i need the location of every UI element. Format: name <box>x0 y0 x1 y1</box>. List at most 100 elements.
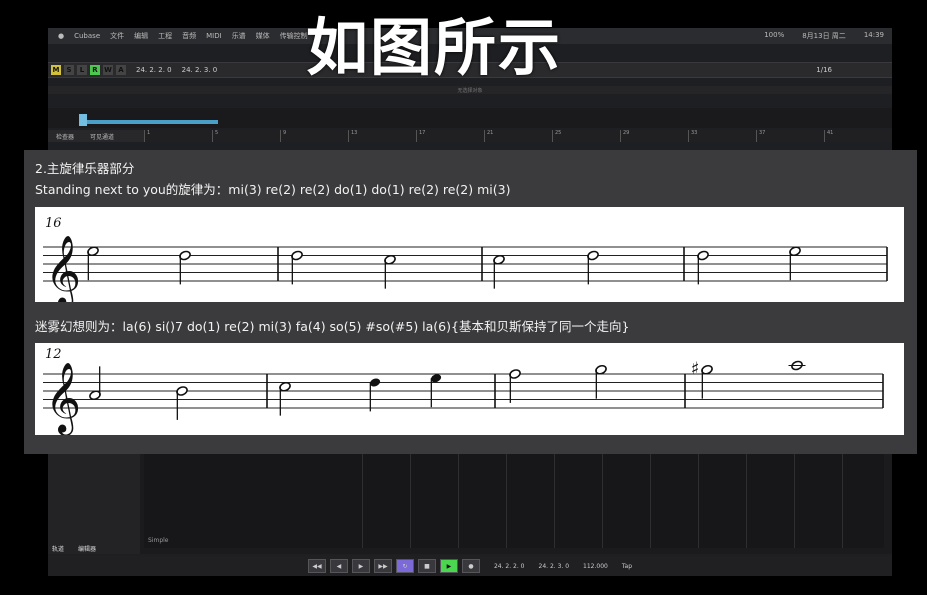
menubar-status: 100% 8月13日 周二 14:39 <box>754 31 884 41</box>
forward-icon[interactable]: ▶ <box>351 559 370 573</box>
timeline-tick: 5 <box>212 130 218 142</box>
note <box>279 381 291 416</box>
timeline-tick: 25 <box>552 130 561 142</box>
note <box>595 364 607 399</box>
timeline-tick: 41 <box>824 130 833 142</box>
lower-inspector <box>48 452 140 554</box>
overview-ruler[interactable] <box>48 108 892 128</box>
read-button[interactable]: R <box>90 65 100 75</box>
tab-tracks[interactable]: 轨道 <box>52 544 64 553</box>
timeline-tick: 17 <box>416 130 425 142</box>
lower-label: Simple <box>148 537 169 544</box>
note <box>789 246 801 281</box>
menu-item[interactable]: 乐谱 <box>232 31 246 41</box>
listen-button[interactable]: L <box>77 65 87 75</box>
menu-item[interactable]: 工程 <box>158 31 172 41</box>
treble-clef-icon: 𝄞 <box>45 362 81 435</box>
play-icon[interactable]: ▶ <box>439 559 458 573</box>
tap-tempo-button[interactable]: Tap <box>622 563 632 570</box>
section-heading: 2.主旋律乐器部分 <box>35 161 135 176</box>
grid-line <box>842 452 843 548</box>
note <box>430 374 442 408</box>
grid-line <box>794 452 795 548</box>
time-label: 14:39 <box>863 31 884 39</box>
score-staff-2: 𝄞 12 ♯ <box>35 343 904 436</box>
date-label: 8月13日 周二 <box>802 32 846 40</box>
right-locator[interactable]: 24. 2. 3. 0 <box>182 66 218 74</box>
write-button[interactable]: W <box>103 65 113 75</box>
melody-description-2: 迷雾幻想则为：la(6) si()7 do(1) re(2) mi(3) fa(… <box>35 319 630 334</box>
grid-line <box>698 452 699 548</box>
lower-editor-grid[interactable]: Simple <box>144 452 884 548</box>
grid-line <box>746 452 747 548</box>
tab-visibility[interactable]: 可见通道 <box>82 132 122 141</box>
note <box>384 254 396 289</box>
timeline-tick: 1 <box>144 130 150 142</box>
grid-line <box>554 452 555 548</box>
measure-number: 16 <box>45 216 62 231</box>
staff-svg: 𝄞12 ♯ <box>43 347 884 436</box>
note <box>89 366 101 401</box>
grid-line <box>458 452 459 548</box>
menu-item[interactable]: 传输控制 <box>280 31 308 41</box>
timeline-tick: 21 <box>484 130 493 142</box>
note <box>291 250 303 285</box>
timeline-tick: 13 <box>348 130 357 142</box>
timeline-tick: 29 <box>620 130 629 142</box>
menu-item[interactable]: 文件 <box>110 31 124 41</box>
overview-range-bar[interactable] <box>80 120 218 124</box>
go-to-end-icon[interactable]: ▶▶ <box>373 559 392 573</box>
notes-panel: 2.主旋律乐器部分 Standing next to you的旋律为：mi(3)… <box>24 150 917 454</box>
note <box>587 250 599 285</box>
rewind-icon[interactable]: ◀ <box>329 559 348 573</box>
timeline-tick: 9 <box>280 130 286 142</box>
page-counter: 1/16 <box>816 66 832 74</box>
grid-line <box>362 452 363 548</box>
staff-svg: 𝄞 16 <box>43 216 888 309</box>
note <box>369 378 381 412</box>
app-name[interactable]: Cubase <box>74 32 100 40</box>
menu-item[interactable]: MIDI <box>206 32 222 40</box>
timeline-tick: 33 <box>688 130 697 142</box>
grid-line <box>650 452 651 548</box>
note <box>179 250 191 285</box>
melody-description-1: Standing next to you的旋律为：mi(3) re(2) re(… <box>35 182 511 197</box>
battery-label: 100% <box>764 31 785 39</box>
note <box>493 254 505 289</box>
tab-editor[interactable]: 编辑器 <box>78 544 96 553</box>
mute-button[interactable]: M <box>51 65 61 75</box>
grid-line <box>602 452 603 548</box>
note <box>788 360 806 371</box>
tab-inspector[interactable]: 检查器 <box>48 132 82 141</box>
record-icon[interactable]: ● <box>461 559 480 573</box>
treble-clef-icon: 𝄞 <box>45 235 81 302</box>
sharp-icon: ♯ <box>691 358 700 379</box>
left-locator[interactable]: 24. 2. 2. 0 <box>136 66 172 74</box>
score-staff-1: 𝄞 16 <box>35 207 904 309</box>
grid-line <box>506 452 507 548</box>
transport-bar: ◀◀ ◀ ▶ ▶▶ ↻ ■ ▶ ● 24. 2. 2. 0 24. 2. 3. … <box>48 556 892 576</box>
solo-button[interactable]: S <box>64 65 74 75</box>
grid-line <box>410 452 411 548</box>
go-to-start-icon[interactable]: ◀◀ <box>307 559 326 573</box>
transport-right-position[interactable]: 24. 2. 3. 0 <box>539 563 570 570</box>
automation-button[interactable]: A <box>116 65 126 75</box>
note <box>176 386 188 420</box>
stop-icon[interactable]: ■ <box>417 559 436 573</box>
measure-number: 12 <box>45 347 62 362</box>
timeline-ruler[interactable]: 1 5 9 13 17 21 25 29 33 37 41 <box>144 130 892 142</box>
menu-item[interactable]: 音频 <box>182 31 196 41</box>
transport-left-position[interactable]: 24. 2. 2. 0 <box>494 563 525 570</box>
note <box>87 246 99 281</box>
overlay-caption: 如图所示 <box>306 11 563 84</box>
overview-handle[interactable] <box>79 114 87 126</box>
tempo-display[interactable]: 112.000 <box>583 563 608 570</box>
note <box>697 250 709 285</box>
apple-icon[interactable]: ● <box>58 32 64 40</box>
menu-item[interactable]: 编辑 <box>134 31 148 41</box>
note <box>509 369 521 403</box>
cycle-icon[interactable]: ↻ <box>395 559 414 573</box>
note: ♯ <box>691 358 713 399</box>
timeline-tick: 37 <box>756 130 765 142</box>
menu-item[interactable]: 媒体 <box>256 31 270 41</box>
